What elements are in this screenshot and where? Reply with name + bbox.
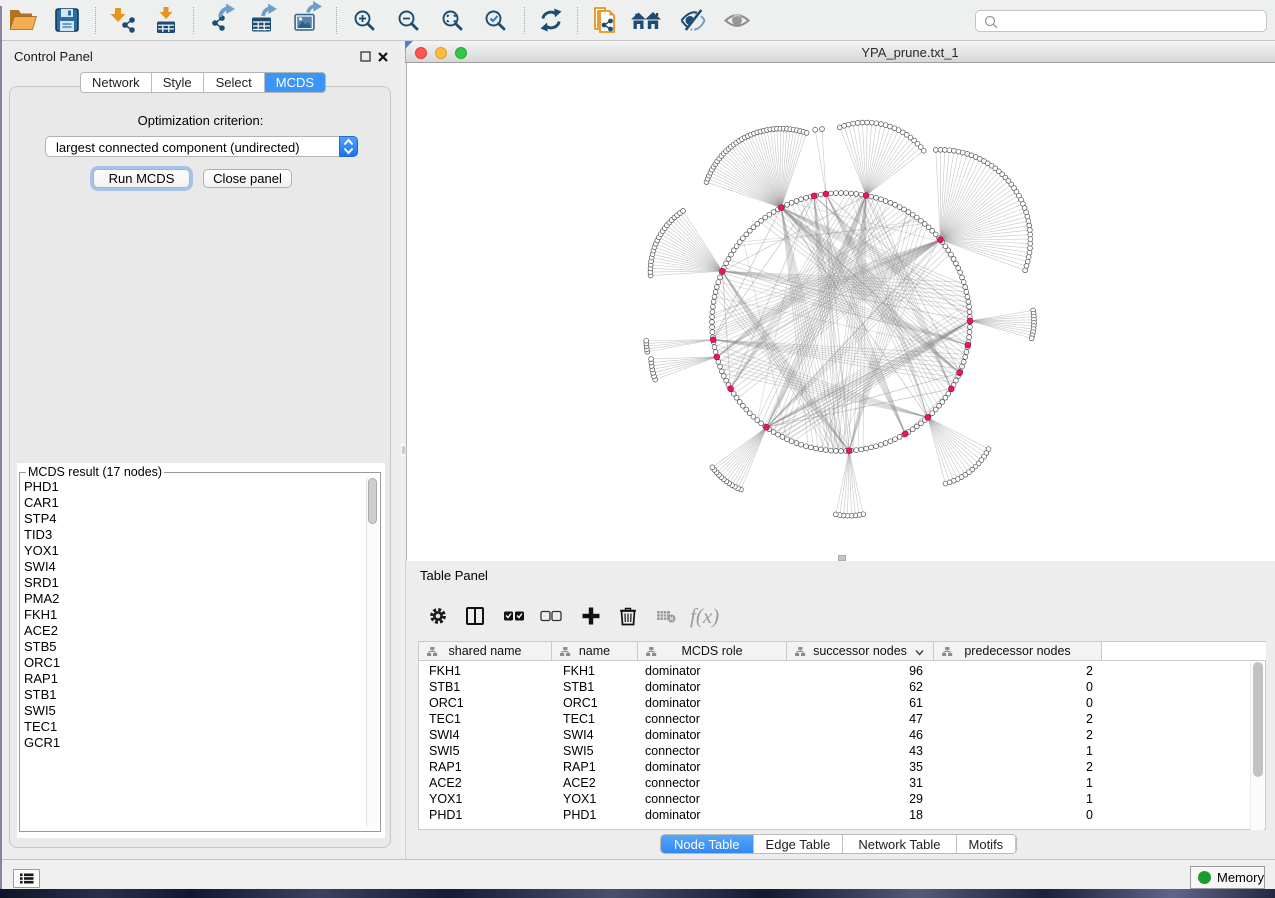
svg-text:f(x): f(x): [690, 604, 719, 628]
